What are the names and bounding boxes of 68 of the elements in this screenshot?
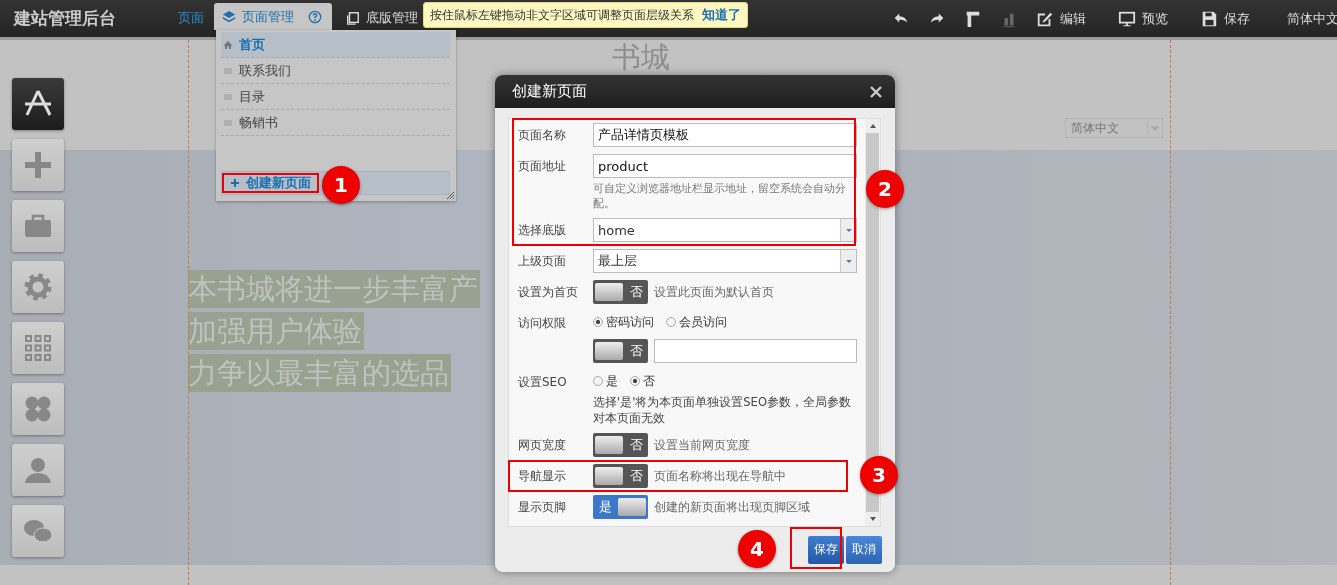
field-note: 页面名称将出现在导航中 (654, 467, 786, 485)
radio-option[interactable]: 会员访问 (666, 311, 727, 333)
ruler-icon (964, 9, 982, 28)
field-label: 设置为首页 (518, 284, 579, 301)
user-tool-button[interactable] (12, 444, 64, 496)
toolbox-tool-button[interactable] (12, 200, 64, 252)
monitor-icon (1118, 9, 1136, 28)
close-icon (869, 84, 883, 99)
radio-option[interactable]: 是 (593, 370, 618, 392)
field-label: 选择底版 (518, 222, 567, 239)
grid-icon (22, 332, 54, 364)
password-input[interactable] (654, 339, 857, 363)
field-note: 创建的新页面将出现页脚区域 (654, 498, 810, 516)
text-input[interactable]: product (593, 154, 857, 178)
scroll-up-icon (868, 123, 877, 129)
toggle-switch[interactable]: 否 (593, 464, 648, 488)
highlight-frame (790, 527, 842, 569)
toggle-switch[interactable]: 否 (593, 433, 648, 457)
chat-tool-button[interactable] (12, 505, 64, 557)
nav-tab[interactable]: 底版管理 (340, 3, 424, 33)
resize-grip-icon[interactable] (446, 191, 454, 199)
app-title: 建站管理后台 (12, 7, 117, 30)
field-hint: 可自定义浏览器地址栏显示地址，留空系统会自动分配。 (593, 181, 847, 211)
page-list-item[interactable]: 联系我们 (221, 58, 450, 84)
tooltip-text: 按住鼠标左键拖动非文字区域可调整页面层级关系 (430, 6, 694, 24)
field-label: 访问权限 (518, 315, 567, 332)
scroll-down-icon (868, 516, 877, 522)
page-list-item[interactable]: 目录 (221, 84, 450, 110)
field-note: 设置此页面为默认首页 (654, 283, 774, 301)
page-list-item[interactable]: 畅销书 (221, 110, 450, 136)
dismiss-link[interactable]: 知道了 (702, 6, 741, 24)
cancel-button[interactable]: 取消 (846, 535, 882, 564)
plus-icon (22, 149, 54, 181)
field-label: 页面名称 (518, 127, 567, 144)
close-button[interactable] (869, 84, 883, 99)
text-input[interactable]: 产品详情页模板 (593, 123, 857, 147)
field-note: 设置当前网页宽度 (654, 436, 750, 454)
design-tool-button[interactable] (12, 78, 64, 130)
edit-button[interactable]: 编辑 (1027, 9, 1109, 28)
select-dropdown[interactable]: 最上层 (593, 249, 857, 273)
copy-icon (346, 11, 360, 25)
field-label: 导航显示 (518, 468, 567, 485)
field-label: 显示页脚 (518, 499, 567, 516)
toggle-switch[interactable]: 否 (593, 280, 648, 304)
toggle-switch[interactable]: 是 (593, 495, 648, 519)
select-dropdown[interactable]: home (593, 218, 857, 242)
save-button[interactable]: 保存 (808, 535, 844, 564)
settings-icon (22, 271, 54, 303)
home-icon (223, 39, 233, 50)
field-label: 页面地址 (518, 158, 567, 175)
radio-option[interactable]: 否 (630, 370, 655, 392)
layers-icon (222, 9, 236, 24)
field-label: 上级页面 (518, 253, 567, 270)
toggle-switch[interactable]: 否 (593, 339, 648, 363)
dialog-title: 创建新页面 (512, 82, 587, 101)
add-tool-button[interactable] (12, 139, 64, 191)
save-button[interactable]: 保存 (1191, 9, 1273, 28)
field-label: 网页宽度 (518, 437, 567, 454)
grid-tool-button[interactable] (12, 322, 64, 374)
nav-tab[interactable]: 页面 (172, 3, 210, 33)
field-note: 选择'是'将为本页面单独设置SEO参数，全局参数对本页面无效 (593, 394, 852, 426)
help-icon[interactable] (308, 9, 322, 24)
field-label: 设置SEO (518, 374, 568, 391)
preview-button[interactable]: 预览 (1109, 9, 1191, 28)
plus-icon (230, 178, 240, 188)
clover-tool-button[interactable] (12, 383, 64, 435)
radio-option[interactable]: 密码访问 (593, 311, 654, 333)
settings-tool-button[interactable] (12, 261, 64, 313)
